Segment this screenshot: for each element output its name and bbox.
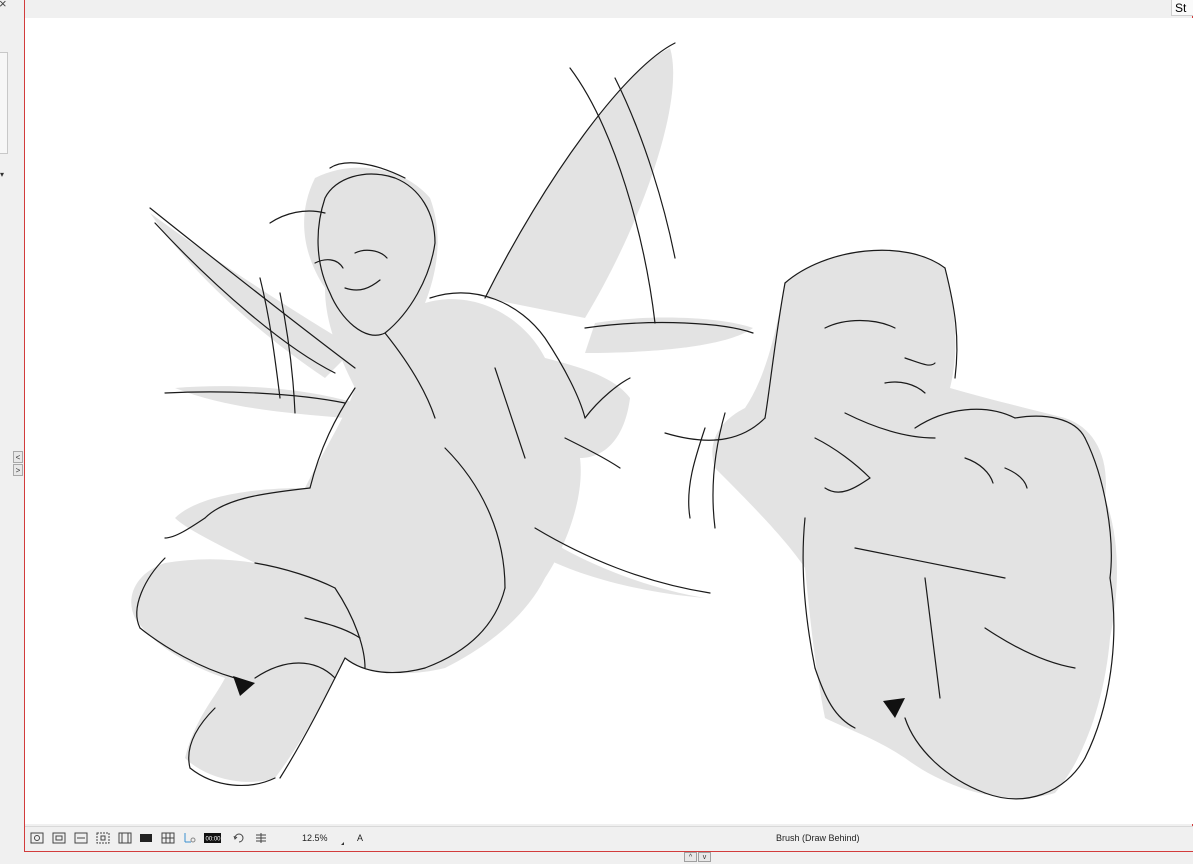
reset-rotation-icon[interactable] — [232, 832, 246, 844]
collapse-down-button[interactable]: v — [698, 852, 711, 862]
a-label: A — [357, 833, 364, 843]
panel-collapse-buttons: < > — [13, 451, 23, 477]
drawing-canvas[interactable] — [25, 18, 1193, 824]
background-toggle-icon[interactable] — [139, 832, 153, 844]
left-panel-edge: × ▾ — [0, 0, 10, 864]
frame-fit-icon[interactable] — [96, 832, 110, 844]
left-panel-frame — [0, 52, 8, 154]
timecode-text: 00:00 — [206, 837, 222, 843]
safe-area-icon[interactable] — [52, 832, 66, 844]
collapse-left-button[interactable]: < — [13, 451, 23, 463]
grid-icon[interactable] — [161, 832, 175, 844]
onion-skin-icon[interactable] — [183, 832, 197, 844]
top-right-tab[interactable]: St — [1171, 0, 1193, 16]
field-guide-icon[interactable] — [74, 832, 88, 844]
timecode-icon[interactable]: 00:00 — [204, 832, 222, 844]
collapse-right-button[interactable]: > — [13, 464, 23, 476]
current-tool-label: Brush (Draw Behind) — [776, 833, 860, 843]
timeline-toggle-buttons: ^ v — [684, 852, 711, 862]
pan-reset-icon[interactable] — [254, 832, 268, 844]
zoom-level[interactable]: 12.5% — [302, 833, 328, 843]
sketch-artwork — [131, 42, 1117, 800]
close-icon[interactable]: × — [0, 0, 7, 10]
view-status-bar: 00:00 12.5% A Brush (Draw Behind) — [25, 826, 1193, 851]
expand-up-button[interactable]: ^ — [684, 852, 697, 862]
camera-view-icon[interactable] — [30, 832, 44, 844]
chevron-down-icon[interactable]: ▾ — [0, 170, 4, 179]
film-strip-icon[interactable] — [118, 832, 132, 844]
zoom-dropdown-icon[interactable] — [341, 842, 344, 845]
